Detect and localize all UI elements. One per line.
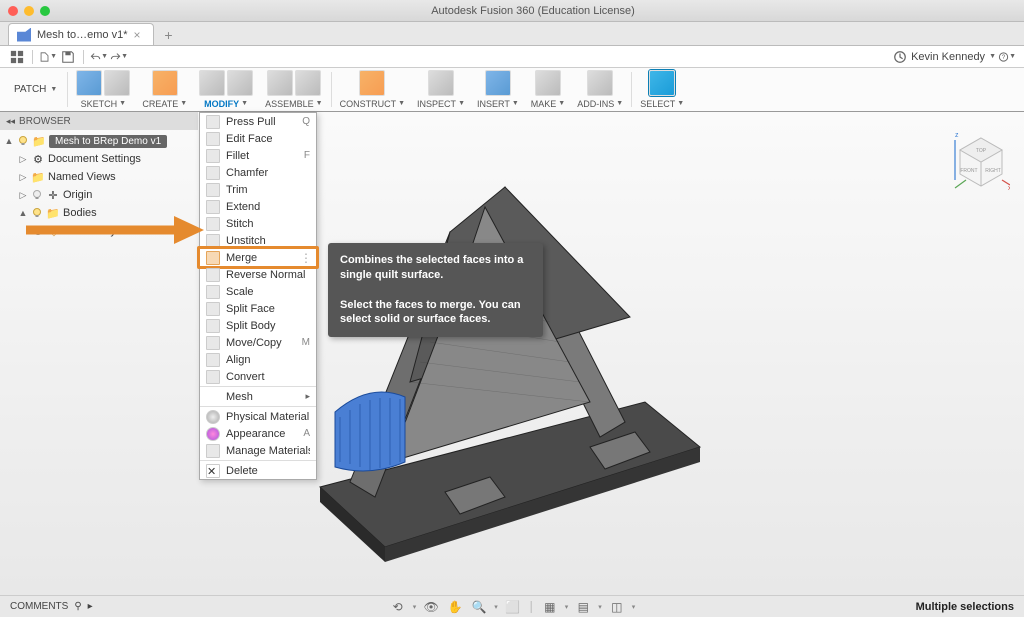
tree-origin[interactable]: ▷✛Origin (0, 186, 198, 204)
help-button[interactable]: ?▼ (998, 48, 1016, 66)
svg-text:z: z (955, 132, 959, 139)
data-panel-button[interactable] (8, 48, 26, 66)
pin-icon: ⚲ (74, 601, 81, 612)
zoom-button[interactable]: 🔍 (470, 598, 488, 616)
window-title: Autodesk Fusion 360 (Education License) (50, 5, 1016, 17)
menu-unstitch[interactable]: Unstitch (200, 232, 316, 249)
document-icon (17, 28, 31, 42)
file-menu-button[interactable]: ▼ (39, 48, 57, 66)
modify-menu: Press PullQ Edit Face FilletF Chamfer Tr… (199, 112, 317, 480)
menu-move-copy[interactable]: Move/CopyM (200, 334, 316, 351)
menu-reverse-normal[interactable]: Reverse Normal (200, 266, 316, 283)
gear-icon: ⚙ (31, 152, 45, 166)
component-icon: 📁 (32, 134, 46, 148)
svg-text:TOP: TOP (976, 148, 987, 154)
menu-edit-face[interactable]: Edit Face (200, 130, 316, 147)
ribbon-create[interactable]: CREATE▼ (136, 68, 193, 111)
traffic-lights (8, 6, 50, 16)
selection-status: Multiple selections (916, 601, 1014, 613)
menu-convert[interactable]: Convert (200, 368, 316, 385)
origin-icon: ✛ (46, 188, 60, 202)
close-tab-button[interactable]: × (133, 29, 145, 41)
look-at-button[interactable]: 👁 (422, 598, 440, 616)
menu-physical-material[interactable]: Physical Material (200, 408, 316, 425)
job-status-icon[interactable] (891, 48, 909, 66)
comments-panel-toggle[interactable]: COMMENTS ⚲ ▸ (10, 601, 93, 612)
menu-delete[interactable]: ✕Delete (200, 462, 316, 479)
tree-root[interactable]: ▲ 📁 Mesh to BRep Demo v1 (0, 132, 198, 150)
svg-text:x: x (1008, 185, 1010, 190)
menu-stitch[interactable]: Stitch (200, 215, 316, 232)
display-settings-button[interactable]: ▦ (541, 598, 559, 616)
maximize-window-button[interactable] (40, 6, 50, 16)
menu-manage-materials[interactable]: Manage Materials (200, 442, 316, 459)
quick-access-toolbar: ▼ ▼ ▼ Kevin Kennedy▼ ?▼ (0, 46, 1024, 68)
minimize-window-button[interactable] (24, 6, 34, 16)
title-bar: Autodesk Fusion 360 (Education License) (0, 0, 1024, 22)
status-bar: COMMENTS ⚲ ▸ ⟲▾ 👁 ✋ 🔍▾ ⬜ ▦▾ ▤▾ ◫▾ Multip… (0, 595, 1024, 617)
undo-button[interactable]: ▼ (90, 48, 108, 66)
lightbulb-icon[interactable] (17, 135, 29, 147)
viewcube[interactable]: TOP FRONT RIGHT z x (952, 132, 1010, 190)
viewport-layout-button[interactable]: ◫ (608, 598, 626, 616)
menu-scale[interactable]: Scale (200, 283, 316, 300)
fit-button[interactable]: ⬜ (504, 598, 522, 616)
menu-split-body[interactable]: Split Body (200, 317, 316, 334)
tree-named-views[interactable]: ▷📁Named Views (0, 168, 198, 186)
folder-icon: 📁 (31, 170, 45, 184)
document-tab[interactable]: Mesh to…emo v1* × (8, 23, 154, 45)
lightbulb-icon[interactable] (31, 189, 43, 201)
document-tab-bar: Mesh to…emo v1* × + (0, 22, 1024, 46)
menu-merge[interactable]: Merge⋮ (200, 249, 316, 266)
orbit-button[interactable]: ⟲ (389, 598, 407, 616)
menu-align[interactable]: Align (200, 351, 316, 368)
grid-settings-button[interactable]: ▤ (574, 598, 592, 616)
pan-button[interactable]: ✋ (446, 598, 464, 616)
menu-extend[interactable]: Extend (200, 198, 316, 215)
new-tab-button[interactable]: + (158, 25, 178, 45)
account-menu[interactable]: Kevin Kennedy▼ (911, 51, 996, 63)
svg-text:?: ? (1002, 54, 1006, 61)
redo-button[interactable]: ▼ (110, 48, 128, 66)
close-window-button[interactable] (8, 6, 18, 16)
menu-chamfer[interactable]: Chamfer (200, 164, 316, 181)
svg-text:FRONT: FRONT (960, 168, 977, 174)
browser-header[interactable]: ◂◂BROWSER (0, 112, 198, 130)
svg-text:RIGHT: RIGHT (985, 168, 1001, 174)
menu-split-face[interactable]: Split Face (200, 300, 316, 317)
menu-fillet[interactable]: FilletF (200, 147, 316, 164)
menu-press-pull[interactable]: Press PullQ (200, 113, 316, 130)
save-button[interactable] (59, 48, 77, 66)
tree-document-settings[interactable]: ▷⚙Document Settings (0, 150, 198, 168)
menu-trim[interactable]: Trim (200, 181, 316, 198)
menu-appearance[interactable]: AppearanceA (200, 425, 316, 442)
menu-mesh-submenu[interactable]: Mesh (200, 388, 316, 405)
workspace-switcher[interactable]: PATCH▼ (6, 68, 65, 111)
annotation-arrow (26, 208, 206, 246)
expand-icon: ▸ (88, 601, 93, 612)
navigation-bar: ⟲▾ 👁 ✋ 🔍▾ ⬜ ▦▾ ▤▾ ◫▾ (389, 598, 636, 616)
ribbon-sketch[interactable]: SKETCH▼ (70, 68, 136, 111)
merge-tooltip: Combines the selected faces into a singl… (328, 243, 543, 337)
viewport[interactable]: ◂◂BROWSER ▲ 📁 Mesh to BRep Demo v1 ▷⚙Doc… (0, 112, 1024, 595)
document-tab-label: Mesh to…emo v1* (37, 29, 127, 41)
